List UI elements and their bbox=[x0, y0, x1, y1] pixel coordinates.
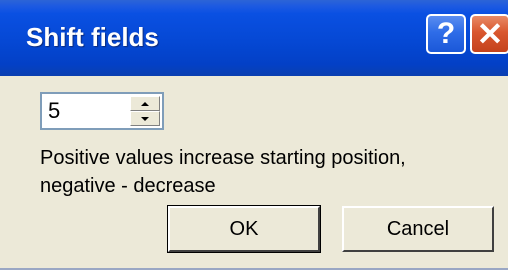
arrow-down-icon bbox=[141, 116, 149, 121]
arrow-up-icon bbox=[141, 101, 149, 106]
title-bar[interactable]: Shift fields ? ✕ bbox=[0, 0, 508, 76]
close-button[interactable]: ✕ bbox=[470, 14, 508, 54]
description-text: Positive values increase starting positi… bbox=[40, 144, 480, 200]
ok-button[interactable]: OK bbox=[167, 205, 321, 253]
shift-amount-spinner[interactable]: 5 bbox=[40, 92, 164, 130]
shift-fields-dialog: Shift fields ? ✕ 5 Positive values incre… bbox=[0, 0, 508, 270]
question-mark-icon: ? bbox=[436, 17, 456, 50]
spin-up-button[interactable] bbox=[130, 96, 160, 111]
spinner-buttons bbox=[130, 96, 160, 126]
cancel-button[interactable]: Cancel bbox=[342, 206, 494, 252]
window-title: Shift fields bbox=[26, 22, 159, 52]
shift-amount-input[interactable]: 5 bbox=[48, 98, 60, 124]
help-button[interactable]: ? bbox=[426, 14, 466, 54]
spin-down-button[interactable] bbox=[130, 111, 160, 126]
description-line-2: negative - decrease bbox=[40, 175, 216, 197]
close-icon: ✕ bbox=[476, 16, 504, 52]
description-line-1: Positive values increase starting positi… bbox=[40, 147, 406, 169]
